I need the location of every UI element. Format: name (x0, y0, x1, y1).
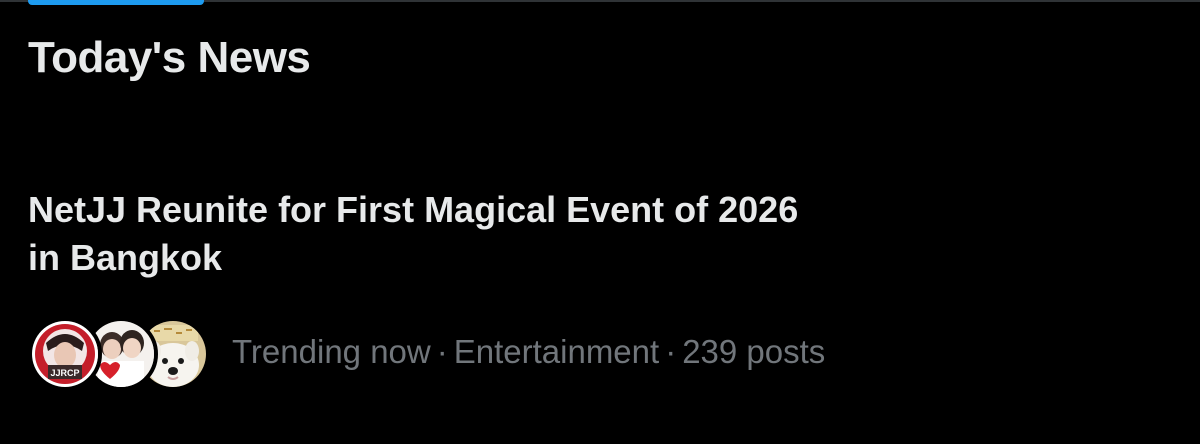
section-title: Today's News (28, 33, 311, 82)
news-headline[interactable]: NetJJ Reunite for First Magical Event of… (28, 186, 988, 282)
news-category: Entertainment (453, 333, 660, 370)
avatar-badge-text: JJRCP (50, 368, 79, 378)
news-meta-text: Trending now · Entertainment · 239 posts (232, 333, 825, 371)
headline-line-2: in Bangkok (28, 237, 223, 278)
active-tab-indicator (28, 0, 204, 5)
meta-separator: · (665, 333, 677, 370)
meta-separator: · (436, 333, 448, 370)
news-meta-row: JJRCP Trending now · Entertainment · 239… (28, 314, 825, 391)
trending-status: Trending now (232, 333, 431, 370)
post-count: 239 posts (682, 333, 826, 370)
headline-line-1: NetJJ Reunite for First Magical Event of… (28, 189, 799, 230)
news-card[interactable]: NetJJ Reunite for First Magical Event of… (0, 170, 1200, 420)
avatar-fan-account[interactable]: JJRCP (28, 317, 102, 391)
avatar-stack[interactable]: JJRCP (28, 314, 210, 391)
